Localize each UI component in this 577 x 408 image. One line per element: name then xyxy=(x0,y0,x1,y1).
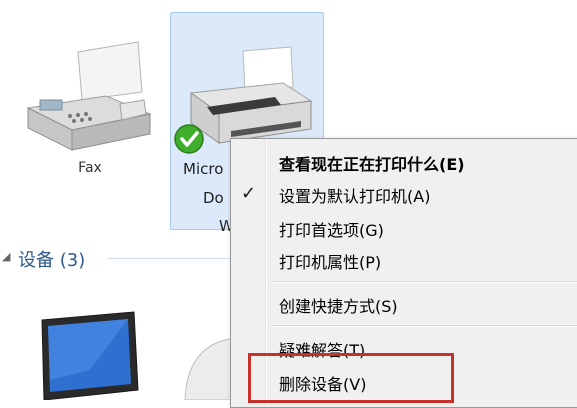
menu-separator xyxy=(271,325,577,327)
menu-item-see-printing[interactable]: 查看现在正在打印什么(E) xyxy=(279,151,465,175)
device-monitor[interactable] xyxy=(30,310,160,401)
printer-label-line-1: Micro xyxy=(183,160,224,178)
menu-separator xyxy=(271,281,577,283)
fax-machine-icon xyxy=(26,41,152,151)
default-checkmark-icon xyxy=(174,124,204,154)
menu-item-print-preferences[interactable]: 打印首选项(G) xyxy=(279,217,384,241)
highlight-box xyxy=(248,353,454,403)
monitor-icon xyxy=(41,311,139,401)
devices-section-title: 设备 (3) xyxy=(18,250,86,271)
menu-item-set-default[interactable]: 设置为默认打印机(A) xyxy=(279,183,430,207)
collapse-arrow-icon[interactable]: ◢ xyxy=(2,250,10,263)
checkmark-icon: ✓ xyxy=(241,183,257,204)
menu-item-printer-properties[interactable]: 打印机属性(P) xyxy=(279,249,381,273)
menu-item-create-shortcut[interactable]: 创建快捷方式(S) xyxy=(279,293,398,317)
printer-label-line-2: Do xyxy=(203,189,224,207)
device-fax[interactable]: Fax xyxy=(20,30,160,190)
fax-label: Fax xyxy=(78,160,102,176)
